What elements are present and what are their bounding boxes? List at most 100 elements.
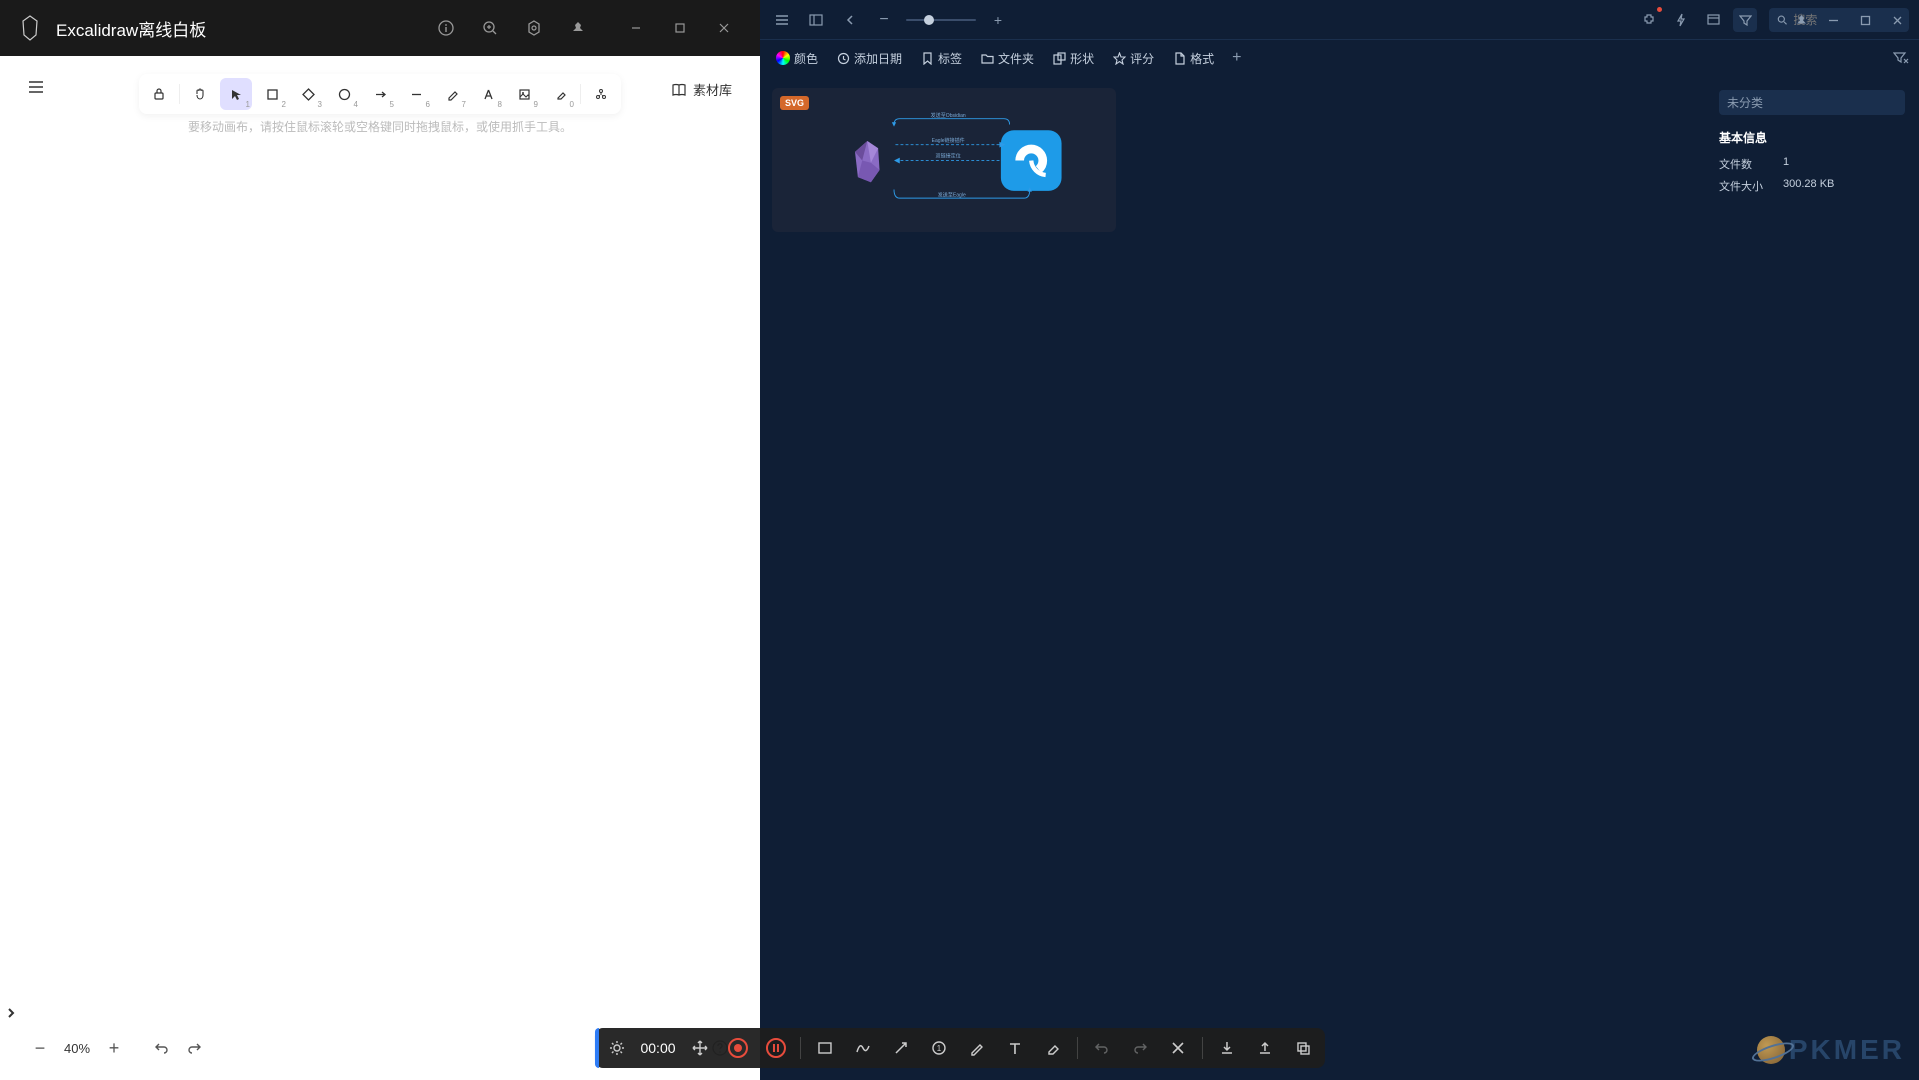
text-tool[interactable]: 8 — [472, 78, 504, 110]
rec-redo-icon[interactable] — [1126, 1034, 1154, 1062]
rec-undo-icon[interactable] — [1088, 1034, 1116, 1062]
file-size-value: 300.28 KB — [1783, 178, 1834, 194]
rec-pen-icon[interactable] — [963, 1034, 991, 1062]
maximize-button[interactable] — [660, 12, 700, 44]
eagle-window-controls — [1787, 8, 1911, 32]
selection-tool[interactable]: 1 — [220, 78, 252, 110]
close-button[interactable] — [1883, 8, 1911, 32]
eagle-app: − + 颜色 添加日期 标签 文件夹 形状 评分 格式 + SVG — [760, 0, 1919, 1080]
rec-timer: 00:00 — [640, 1040, 675, 1056]
minimize-button[interactable] — [616, 12, 656, 44]
rec-rect-icon[interactable] — [811, 1034, 839, 1062]
image-tool[interactable]: 9 — [508, 78, 540, 110]
info-row-count: 文件数 1 — [1719, 156, 1905, 172]
expand-chevron-icon[interactable] — [6, 1006, 16, 1020]
undo-button[interactable] — [150, 1036, 174, 1060]
pin-icon[interactable] — [1787, 8, 1815, 32]
window-icon[interactable] — [1701, 8, 1725, 32]
close-button[interactable] — [704, 12, 744, 44]
filter-format[interactable]: 格式 — [1166, 47, 1220, 70]
library-label: 素材库 — [693, 80, 732, 99]
frame-tool[interactable] — [585, 78, 617, 110]
filter-color[interactable]: 颜色 — [770, 47, 824, 70]
zoom-plus-button[interactable]: + — [986, 8, 1010, 32]
rec-eraser-icon[interactable] — [1039, 1034, 1067, 1062]
rec-settings-icon[interactable] — [602, 1034, 630, 1062]
zoom-level[interactable]: 40% — [64, 1041, 90, 1056]
arrow-label-mid1: Eagle链接插件 — [932, 137, 965, 144]
filter-shape[interactable]: 形状 — [1046, 47, 1100, 70]
rec-close-icon[interactable] — [1164, 1034, 1192, 1062]
canvas-area[interactable]: 1 2 3 4 5 6 7 8 9 0 素材库 要移动画布，请按住鼠标滚轮或空格… — [0, 56, 760, 1080]
zoom-in-button[interactable]: + — [102, 1036, 126, 1060]
rec-download-icon[interactable] — [1213, 1034, 1241, 1062]
book-icon — [671, 83, 687, 97]
add-filter-button[interactable]: + — [1226, 49, 1247, 67]
pin-icon[interactable] — [560, 10, 596, 46]
filter-tag[interactable]: 标签 — [914, 47, 968, 70]
arrow-tool[interactable]: 5 — [364, 78, 396, 110]
file-count-label: 文件数 — [1719, 156, 1783, 172]
shape-icon — [1052, 51, 1066, 65]
bottom-controls: − 40% + — [28, 1036, 206, 1060]
excalidraw-app: Excalidraw离线白板 1 2 3 4 5 6 7 — [0, 0, 760, 1080]
filter-folder[interactable]: 文件夹 — [974, 47, 1040, 70]
library-button[interactable]: 素材库 — [671, 80, 732, 99]
filter-icon[interactable] — [1733, 8, 1757, 32]
maximize-button[interactable] — [1851, 8, 1879, 32]
menu-icon[interactable] — [770, 8, 794, 32]
file-size-label: 文件大小 — [1719, 178, 1783, 194]
rec-pause-button[interactable] — [762, 1034, 790, 1062]
rec-record-button[interactable] — [724, 1034, 752, 1062]
zoom-minus-button[interactable]: − — [872, 8, 896, 32]
rec-copy-icon[interactable] — [1289, 1034, 1317, 1062]
file-icon — [1172, 51, 1186, 65]
zoom-out-button[interactable]: − — [28, 1036, 52, 1060]
eraser-tool[interactable]: 0 — [544, 78, 576, 110]
rec-upload-icon[interactable] — [1251, 1034, 1279, 1062]
file-count-value: 1 — [1783, 156, 1789, 172]
app-title: Excalidraw离线白板 — [56, 16, 206, 41]
minimize-button[interactable] — [1819, 8, 1847, 32]
ellipse-tool[interactable]: 4 — [328, 78, 360, 110]
sidebar-toggle-icon[interactable] — [804, 8, 828, 32]
back-button[interactable] — [838, 8, 862, 32]
hand-tool[interactable] — [184, 78, 216, 110]
menu-icon[interactable] — [28, 80, 44, 94]
zoom-in-icon[interactable] — [472, 10, 508, 46]
extension-icon[interactable] — [1637, 8, 1661, 32]
rec-text-icon[interactable] — [1001, 1034, 1029, 1062]
clear-filter-button[interactable] — [1893, 51, 1909, 65]
zoom-controls: − 40% + — [28, 1036, 126, 1060]
info-icon[interactable] — [428, 10, 464, 46]
bookmark-icon — [920, 51, 934, 65]
info-row-size: 文件大小 300.28 KB — [1719, 178, 1905, 194]
filter-rating[interactable]: 评分 — [1106, 47, 1160, 70]
undo-redo-group — [150, 1036, 206, 1060]
rec-freehand-icon[interactable] — [849, 1034, 877, 1062]
zoom-slider[interactable] — [906, 19, 976, 21]
settings-icon[interactable] — [516, 10, 552, 46]
arrow-label-bottom: 发送至Eagle — [938, 192, 966, 199]
window-controls — [616, 12, 744, 44]
line-tool[interactable]: 6 — [400, 78, 432, 110]
draw-tool[interactable]: 7 — [436, 78, 468, 110]
rec-move-icon[interactable] — [686, 1034, 714, 1062]
filter-date[interactable]: 添加日期 — [830, 47, 908, 70]
rectangle-tool[interactable]: 2 — [256, 78, 288, 110]
redo-button[interactable] — [182, 1036, 206, 1060]
thumbnail-item[interactable]: SVG — [772, 88, 1116, 232]
svg-text:1: 1 — [936, 1044, 941, 1053]
titlebar: Excalidraw离线白板 — [0, 0, 760, 56]
star-icon — [1112, 51, 1126, 65]
recording-toolbar: 00:00 1 — [594, 1028, 1324, 1068]
lock-tool[interactable] — [143, 78, 175, 110]
bolt-icon[interactable] — [1669, 8, 1693, 32]
rec-arrow-icon[interactable] — [887, 1034, 915, 1062]
tool-toolbar: 1 2 3 4 5 6 7 8 9 0 — [139, 74, 621, 114]
diamond-tool[interactable]: 3 — [292, 78, 324, 110]
color-wheel-icon — [776, 51, 790, 65]
details-tab-uncategorized[interactable]: 未分类 — [1719, 90, 1905, 115]
canvas-hint: 要移动画布，请按住鼠标滚轮或空格键同时拖拽鼠标，或使用抓手工具。 — [188, 118, 572, 135]
rec-number-icon[interactable]: 1 — [925, 1034, 953, 1062]
